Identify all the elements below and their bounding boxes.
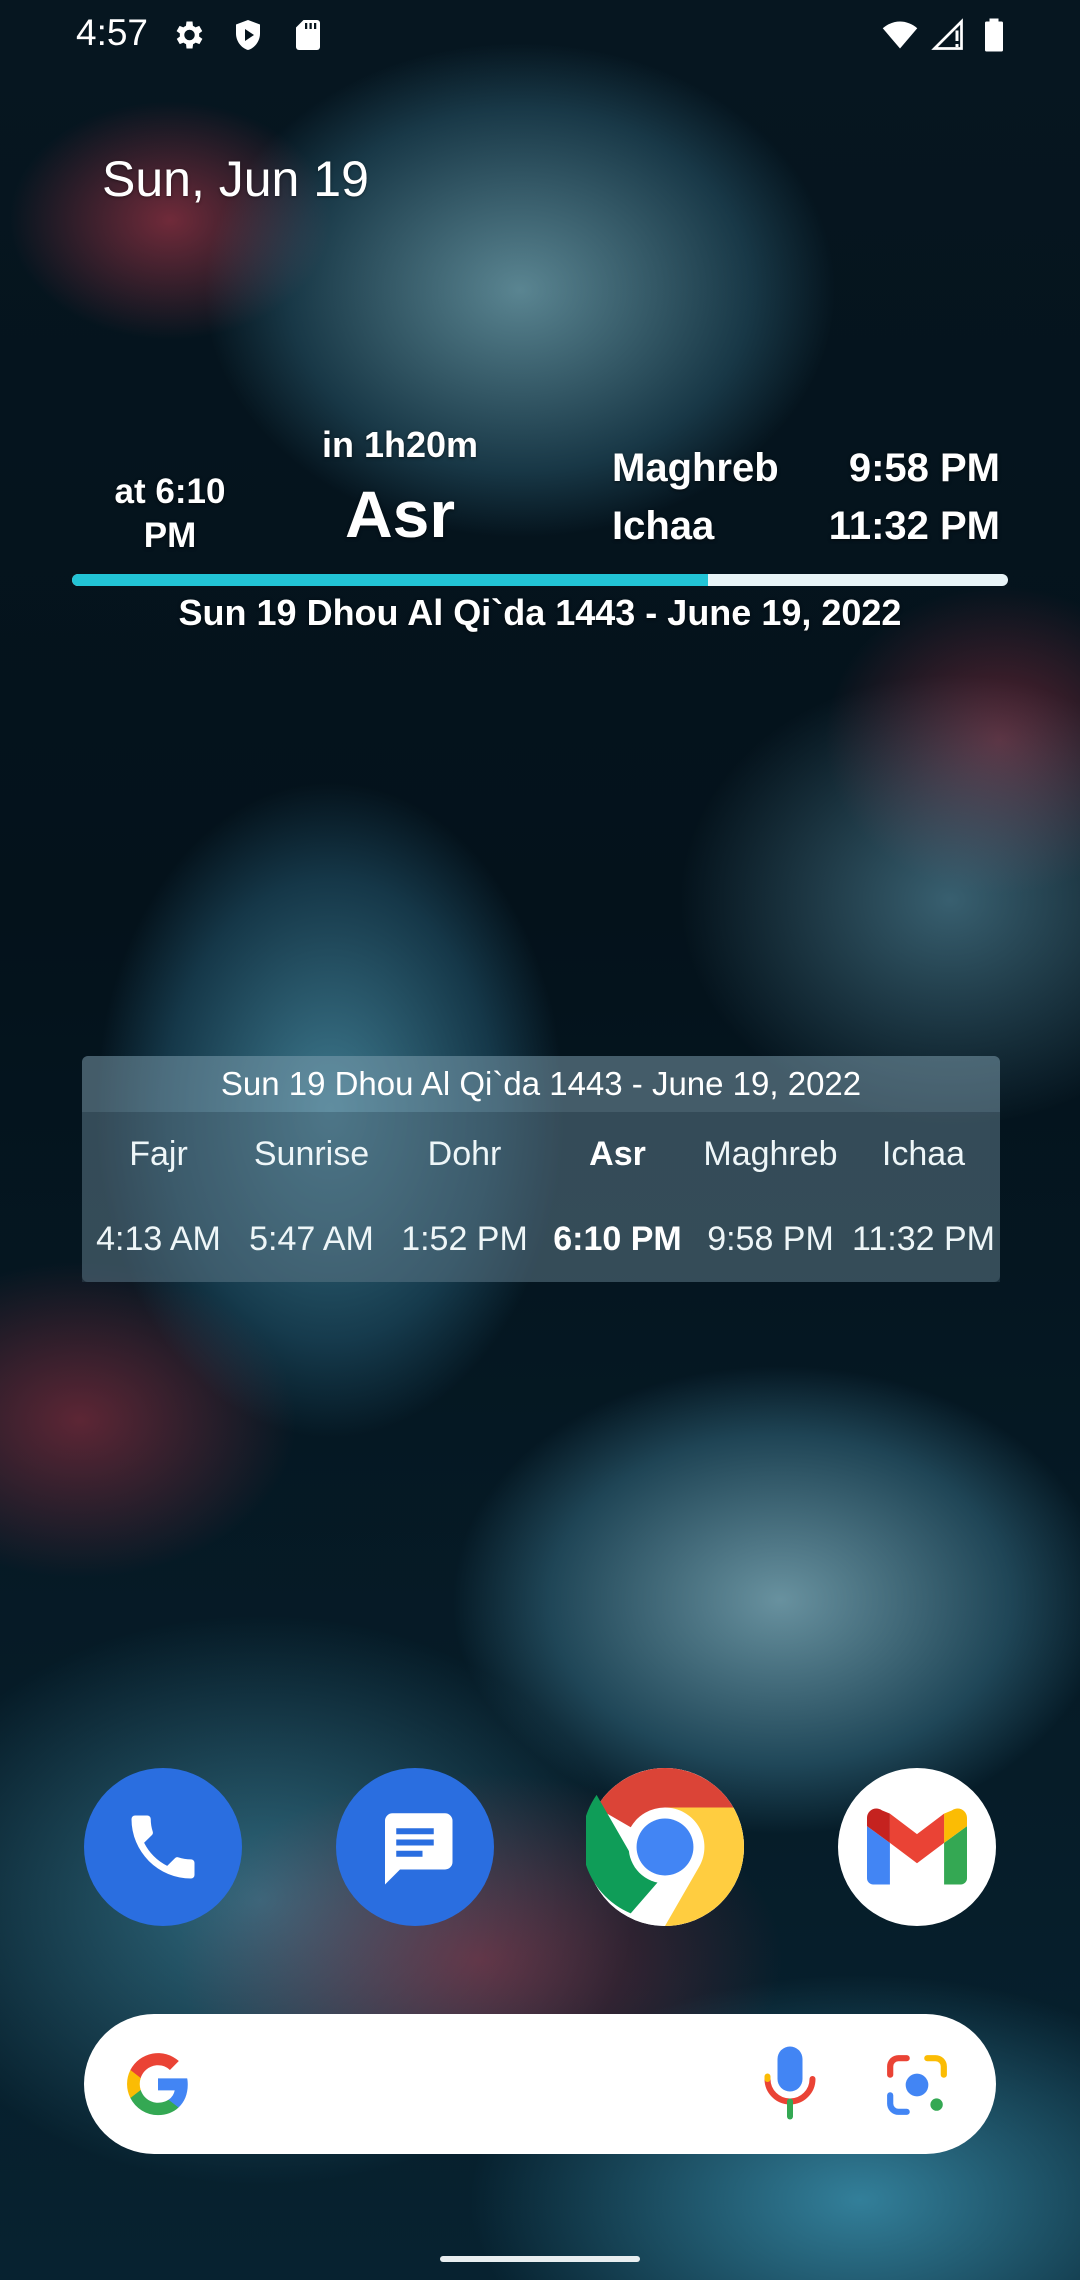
next-prayer-name: Ichaa — [612, 504, 715, 548]
mic-icon[interactable] — [760, 2044, 820, 2124]
phone-app[interactable] — [84, 1768, 242, 1926]
chrome-icon — [586, 1768, 744, 1926]
prayer-times-row: 4:13 AM 5:47 AM 1:52 PM 6:10 PM 9:58 PM 11:32… — [82, 1197, 1000, 1282]
prayer-name-cell: Dohr — [427, 1135, 502, 1173]
prayer-name-cell: Ichaa — [881, 1135, 966, 1173]
lens-icon[interactable] — [884, 2052, 950, 2118]
google-g-icon — [127, 2053, 188, 2116]
gesture-nav-handle[interactable] — [440, 2256, 640, 2262]
status-time: 4:57 — [76, 12, 149, 53]
battery-icon — [985, 18, 1003, 52]
prayer-time-cell: 5:47 AM — [249, 1220, 374, 1258]
table-header-date: Sun 19 Dhou Al Qi`da 1443 - June 19, 202… — [82, 1056, 1000, 1112]
prayer-time-widget[interactable]: at 6:10 PM in 1h20m Asr Maghreb 9:58 PM … — [60, 420, 1020, 640]
prayer-time-cell: 1:52 PM — [401, 1220, 528, 1258]
prayer-names-row: Fajr Sunrise Dohr Asr Maghreb Ichaa — [82, 1112, 1000, 1197]
phone-icon — [131, 1815, 195, 1879]
prayer-table-widget[interactable]: Sun 19 Dhou Al Qi`da 1443 - June 19, 202… — [82, 1056, 1000, 1282]
shield-play-icon — [236, 20, 260, 50]
prayer-progress-bar — [72, 574, 1008, 586]
google-search-bar[interactable] — [84, 2014, 996, 2154]
gmail-app[interactable] — [838, 1768, 996, 1926]
status-bar: 4:57 — [0, 0, 1080, 70]
prayer-name-cell: Maghreb — [703, 1135, 838, 1173]
prayer-progress-fill — [72, 574, 709, 586]
prayer-time-cell: 9:58 PM — [707, 1220, 834, 1258]
countdown-label: in 1h20m — [321, 424, 479, 465]
wifi-icon — [882, 21, 918, 49]
messages-app[interactable] — [336, 1768, 494, 1926]
prayer-time-cell: 4:13 AM — [96, 1220, 221, 1258]
current-prayer-name: Asr — [344, 477, 456, 551]
prayer-name-cell: Asr — [589, 1135, 646, 1173]
prayer-name-cell: Sunrise — [253, 1135, 370, 1173]
current-prayer-time: at 6:10 PM — [114, 472, 226, 555]
prayer-time-cell: 6:10 PM — [553, 1220, 682, 1258]
chrome-app[interactable] — [586, 1768, 744, 1926]
date-widget[interactable]: Sun, Jun 19 — [102, 150, 369, 208]
next-prayer-name: Maghreb — [612, 446, 779, 490]
next-prayer-time: 11:32 PM — [828, 504, 1000, 548]
next-prayer-time: 9:58 PM — [848, 446, 1000, 490]
sd-card-icon — [296, 20, 320, 50]
prayer-time-cell: 11:32 PM — [851, 1220, 995, 1258]
messages-icon — [385, 1813, 453, 1885]
gmail-icon — [867, 1808, 967, 1885]
prayer-name-cell: Fajr — [129, 1135, 188, 1173]
settings-icon — [176, 21, 203, 49]
cell-signal-alert-icon — [931, 18, 963, 50]
hijri-date: Sun 19 Dhou Al Qi`da 1443 - June 19, 202… — [178, 592, 902, 633]
